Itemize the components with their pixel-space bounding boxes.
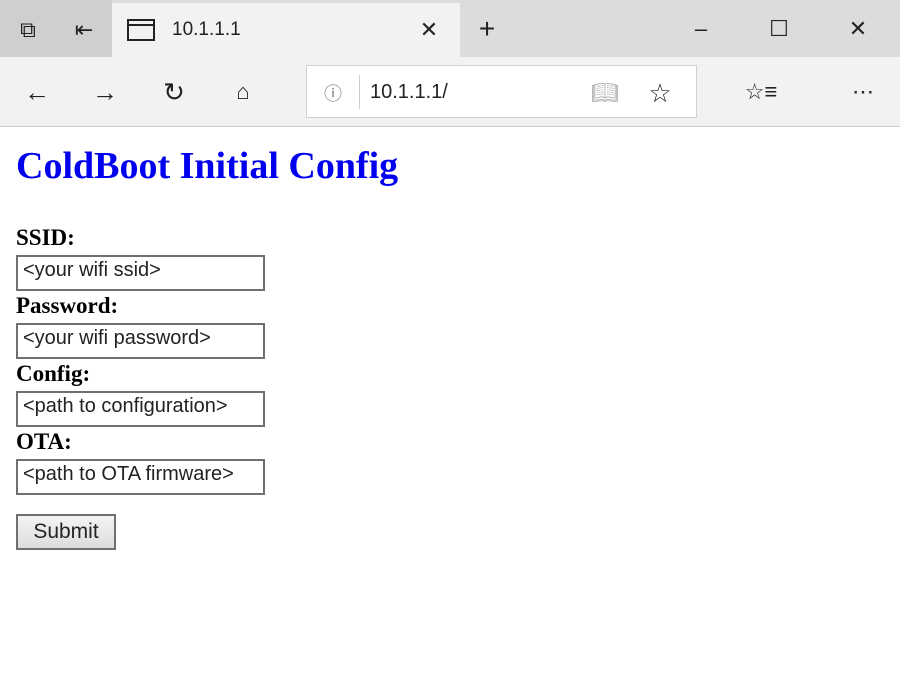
set-aside-tabs-icon[interactable]: ⇤ [66, 12, 102, 48]
page-title: ColdBoot Initial Config [16, 145, 399, 187]
favorite-star-icon[interactable]: ☆ [645, 78, 675, 108]
back-icon[interactable]: ← [20, 75, 54, 109]
info-icon[interactable]: ⓘ [319, 79, 347, 107]
tab-actions: ⧉ ⇤ [0, 0, 112, 57]
home-icon[interactable]: ⌂ [226, 75, 260, 109]
tab-preview-icon[interactable]: ⧉ [10, 12, 46, 48]
config-input[interactable]: <path to configuration> [16, 391, 265, 427]
submit-button[interactable]: Submit [16, 514, 116, 550]
url-text[interactable]: 10.1.1.1/ [370, 81, 448, 104]
refresh-icon[interactable]: ↻ [157, 75, 191, 109]
password-label: Password: [16, 293, 119, 318]
page-content: ColdBoot Initial Config SSID: <your wifi… [0, 128, 900, 675]
reading-view-icon[interactable]: 📖︎ [590, 78, 620, 108]
ota-input[interactable]: <path to OTA firmware> [16, 459, 265, 495]
ota-label: OTA: [16, 429, 72, 454]
config-label: Config: [16, 361, 91, 386]
ssid-input[interactable]: <your wifi ssid> [16, 255, 265, 291]
more-icon[interactable]: ⋯ [846, 75, 880, 109]
tab-title: 10.1.1.1 [172, 19, 241, 40]
close-icon[interactable]: ✕ [414, 15, 444, 45]
new-tab-icon[interactable]: + [472, 13, 502, 44]
forward-icon[interactable]: → [88, 75, 122, 109]
address-divider [359, 75, 360, 109]
page-icon [126, 15, 156, 45]
ssid-label: SSID: [16, 225, 75, 250]
favorites-list-icon[interactable]: ☆≡ [744, 75, 778, 109]
minimize-icon[interactable]: – [686, 14, 716, 44]
tab-bar: ⧉ ⇤ 10.1.1.1 ✕ + – ☐ ✕ [0, 0, 900, 57]
navigation-toolbar: ← → ↻ ⌂ ⓘ 10.1.1.1/ 📖︎ ☆ ☆≡ ⋯ [0, 57, 900, 127]
maximize-icon[interactable]: ☐ [764, 14, 794, 44]
password-input[interactable]: <your wifi password> [16, 323, 265, 359]
window-close-icon[interactable]: ✕ [843, 14, 873, 44]
address-bar[interactable]: ⓘ 10.1.1.1/ 📖︎ ☆ [306, 65, 697, 118]
tab-active[interactable]: 10.1.1.1 ✕ [112, 3, 460, 57]
